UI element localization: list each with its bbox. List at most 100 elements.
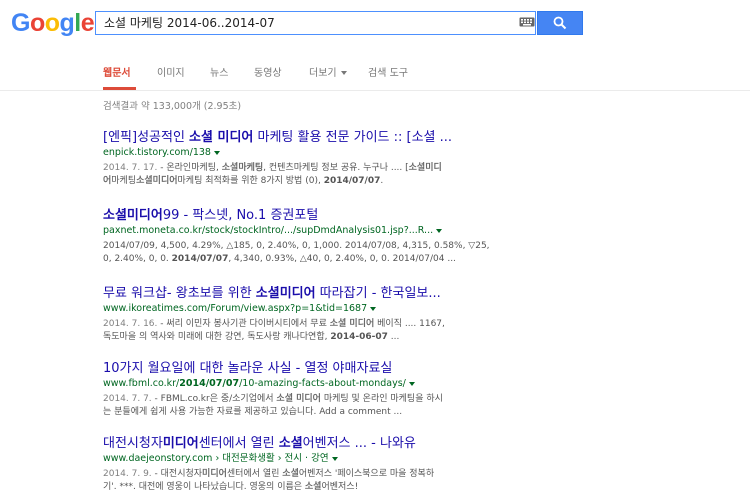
tab-search-tools[interactable]: 검색 도구 [368, 64, 408, 79]
snippet-line: 0, 2.40%, 0, 0. 2014/07/07, 4,340, 0.93%… [103, 253, 498, 266]
result-url: paxnet.moneta.co.kr/stock/stockIntro/...… [103, 225, 498, 237]
result-url: www.fbml.co.kr/2014/07/07/10-amazing-fac… [103, 378, 498, 390]
snippet-line: 기'. ***. 대전에 영웅이 나타났습니다. 영웅의 이름은 소셜어벤저스! [103, 481, 498, 494]
snippet-text: 어벤저스! [321, 482, 359, 492]
search-result: 10가지 월요일에 대한 놀라운 사실 - 열정 야매자료실 www.fbml.… [103, 361, 498, 419]
result-title[interactable]: 소셜미디어99 - 팍스넷, No.1 증권포털 [103, 208, 498, 224]
snippet-line: 2014. 7. 16. - 써리 이민자 봉사기관 다이버시티에서 무료 소셜… [103, 318, 498, 331]
search-box[interactable] [95, 11, 536, 35]
logo-letter: o [44, 9, 60, 37]
url-dropdown-icon[interactable] [436, 228, 443, 233]
tab-label: 더보기 [309, 68, 337, 79]
google-logo[interactable]: Google [11, 9, 95, 38]
search-result: 무료 워크샵- 왕초보를 위한 소셜미디어 따라잡기 - 한국일보... www… [103, 286, 498, 344]
tab-images[interactable]: 이미지 [157, 64, 185, 79]
url-dropdown-icon[interactable] [213, 150, 220, 155]
snippet-text: 0, 2.40%, 0, 0. [103, 254, 172, 264]
logo-letter: e [80, 9, 95, 37]
title-text: 어벤저스 ... - 나와유 [302, 436, 416, 451]
snippet-line: 는 분들에게 쉽게 사용 가능한 자료를 제공하고 있습니다. Add a co… [103, 406, 498, 419]
title-text: 10가지 월요일에 대한 놀라운 사실 - 열정 야매자료실 [103, 361, 393, 376]
snippet-date: 2014. 7. 9. [103, 469, 152, 479]
snippet-text: 어벤저스 '페이스북으로 마을 정복하 [298, 469, 435, 479]
snippet-text: 는 분들에게 쉽게 사용 가능한 자료를 제공하고 있습니다. Add a co… [103, 407, 403, 417]
tab-more[interactable]: 더보기 [309, 64, 347, 79]
url-dropdown-icon[interactable] [408, 381, 415, 386]
title-text: 무료 워크샵- 왕초보를 위한 [103, 286, 256, 301]
snippet-text: - FBML.co.kr은 중/소기업에서 [151, 394, 277, 404]
result-snippet: 2014. 7. 7. - FBML.co.kr은 중/소기업에서 소셜 미디어… [103, 393, 498, 419]
result-url: www.daejeonstory.com › 대전문화생활 › 전시 · 강연 [103, 453, 498, 465]
tab-label: 동영상 [254, 68, 282, 79]
title-text: [엔픽]성공적인 [103, 130, 190, 145]
snippet-text: 베이직 .... 1167, [374, 319, 445, 329]
result-title[interactable]: 무료 워크샵- 왕초보를 위한 소셜미디어 따라잡기 - 한국일보... [103, 286, 498, 302]
snippet-line: 어마케팅소셜미디어마케팅 최적화를 위한 8가지 방법 (0), 2014/07… [103, 175, 498, 188]
chevron-down-icon [340, 71, 347, 75]
url-text: enpick.tistory.com/138 [103, 147, 211, 158]
keyboard-icon[interactable] [519, 17, 535, 27]
result-snippet: 2014/07/09, 4,500, 4.29%, △185, 0, 2.40%… [103, 240, 498, 266]
snippet-text: , 4,340, 0.93%, △40, 0, 2.40%, 0, 0. 201… [228, 254, 456, 264]
snippet-text: 독도마을 의 역사와 미래에 대한 강연, 독도사랑 캐나다연합, [103, 332, 331, 342]
result-title[interactable]: [엔픽]성공적인 소셜 미디어 마케팅 활용 전문 가이드 :: [소셜 ... [103, 130, 498, 146]
snippet-line: 독도마을 의 역사와 미래에 대한 강연, 독도사랑 캐나다연합, 2014-0… [103, 331, 498, 344]
url-text: /10-amazing-facts-about-mondays/ [239, 378, 406, 389]
result-snippet: 2014. 7. 9. - 대전시청자미디어센터에서 열린 소셜어벤저스 '페이… [103, 468, 498, 494]
search-input[interactable] [104, 15, 504, 29]
tab-label: 이미지 [157, 68, 185, 79]
snippet-text: 2014/07/09, 4,500, 4.29%, △185, 0, 2.40%… [103, 241, 490, 251]
snippet-highlight: 2014-06-07 [330, 332, 388, 342]
url-highlight: 2014/07/07 [179, 378, 240, 389]
title-text: 따라잡기 - 한국일보... [315, 286, 441, 301]
snippet-line: 2014/07/09, 4,500, 4.29%, △185, 0, 2.40%… [103, 240, 498, 253]
snippet-text: 마케팅 및 온라인 마케팅을 하시 [320, 394, 443, 404]
result-url: www.ikoreatimes.com/Forum/view.aspx?p=1&… [103, 303, 498, 315]
search-tabs: 웹문서 이미지 뉴스 동영상 더보기 검색 도구 [0, 50, 750, 91]
title-text: 대전시청자 [103, 436, 163, 451]
snippet-highlight: 2014/07/07 [323, 176, 381, 186]
title-highlight: 소셜미디어 [103, 208, 163, 223]
snippet-line: 2014. 7. 17. - 온라인마케팅, 소셜마케팅, 컨텐츠마케팅 정보 … [103, 162, 498, 175]
title-text: 마케팅 활용 전문 가이드 :: [소셜 ... [253, 130, 453, 145]
header: Google [0, 0, 750, 50]
tab-news[interactable]: 뉴스 [210, 64, 228, 79]
logo-letter: g [59, 9, 75, 37]
title-highlight: 소셜 [278, 436, 303, 451]
snippet-line: 2014. 7. 9. - 대전시청자미디어센터에서 열린 소셜어벤저스 '페이… [103, 468, 498, 481]
search-button[interactable] [537, 11, 583, 35]
title-highlight: 미디어 [162, 436, 199, 451]
snippet-text: ... [387, 332, 400, 342]
result-stats: 검색결과 약 133,000개 (2.95초) [103, 101, 242, 112]
tab-label: 검색 도구 [368, 68, 408, 79]
title-highlight: 소셜미디어 [255, 286, 316, 301]
url-text: paxnet.moneta.co.kr/stock/stockIntro/...… [103, 225, 434, 236]
url-text: www.ikoreatimes.com/Forum/view.aspx?p=1&… [103, 303, 368, 314]
url-dropdown-icon[interactable] [370, 306, 377, 311]
snippet-date: 2014. 7. 7. [103, 394, 152, 404]
snippet-text: 마케팅 [111, 176, 137, 186]
snippet-text: . [380, 176, 384, 186]
snippet-text: , 컨텐츠마케팅 정보 공유. 누구나 .... [ [263, 163, 409, 173]
title-highlight: 소셜 미디어 [189, 130, 254, 145]
snippet-highlight: 소셜 [282, 469, 299, 479]
snippet-highlight: 2014/07/07 [171, 254, 229, 264]
result-title[interactable]: 대전시청자미디어센터에서 열린 소셜어벤저스 ... - 나와유 [103, 436, 498, 452]
url-text: www.daejeonstory.com › 대전문화생활 › 전시 · 강연 [103, 453, 329, 464]
snippet-highlight: 미디어 [202, 469, 227, 479]
search-icon [553, 16, 567, 30]
snippet-date: 2014. 7. 17. [103, 163, 158, 173]
snippet-text: 센터에서 열린 [226, 469, 283, 479]
result-title[interactable]: 10가지 월요일에 대한 놀라운 사실 - 열정 야매자료실 [103, 361, 498, 377]
snippet-text: - 대전시청자 [151, 469, 203, 479]
url-text: www.fbml.co.kr/ [103, 378, 180, 389]
tab-videos[interactable]: 동영상 [254, 64, 282, 79]
active-tab-indicator [103, 87, 136, 90]
tab-web[interactable]: 웹문서 [103, 64, 131, 79]
search-result: 소셜미디어99 - 팍스넷, No.1 증권포털 paxnet.moneta.c… [103, 208, 498, 266]
snippet-highlight: 소셜마케팅 [221, 163, 264, 173]
snippet-highlight: 소셜미디어 [136, 176, 178, 186]
url-dropdown-icon[interactable] [331, 456, 338, 461]
snippet-text: - 온라인마케팅, [157, 163, 222, 173]
snippet-highlight: 소셜 미디어 [329, 319, 375, 329]
